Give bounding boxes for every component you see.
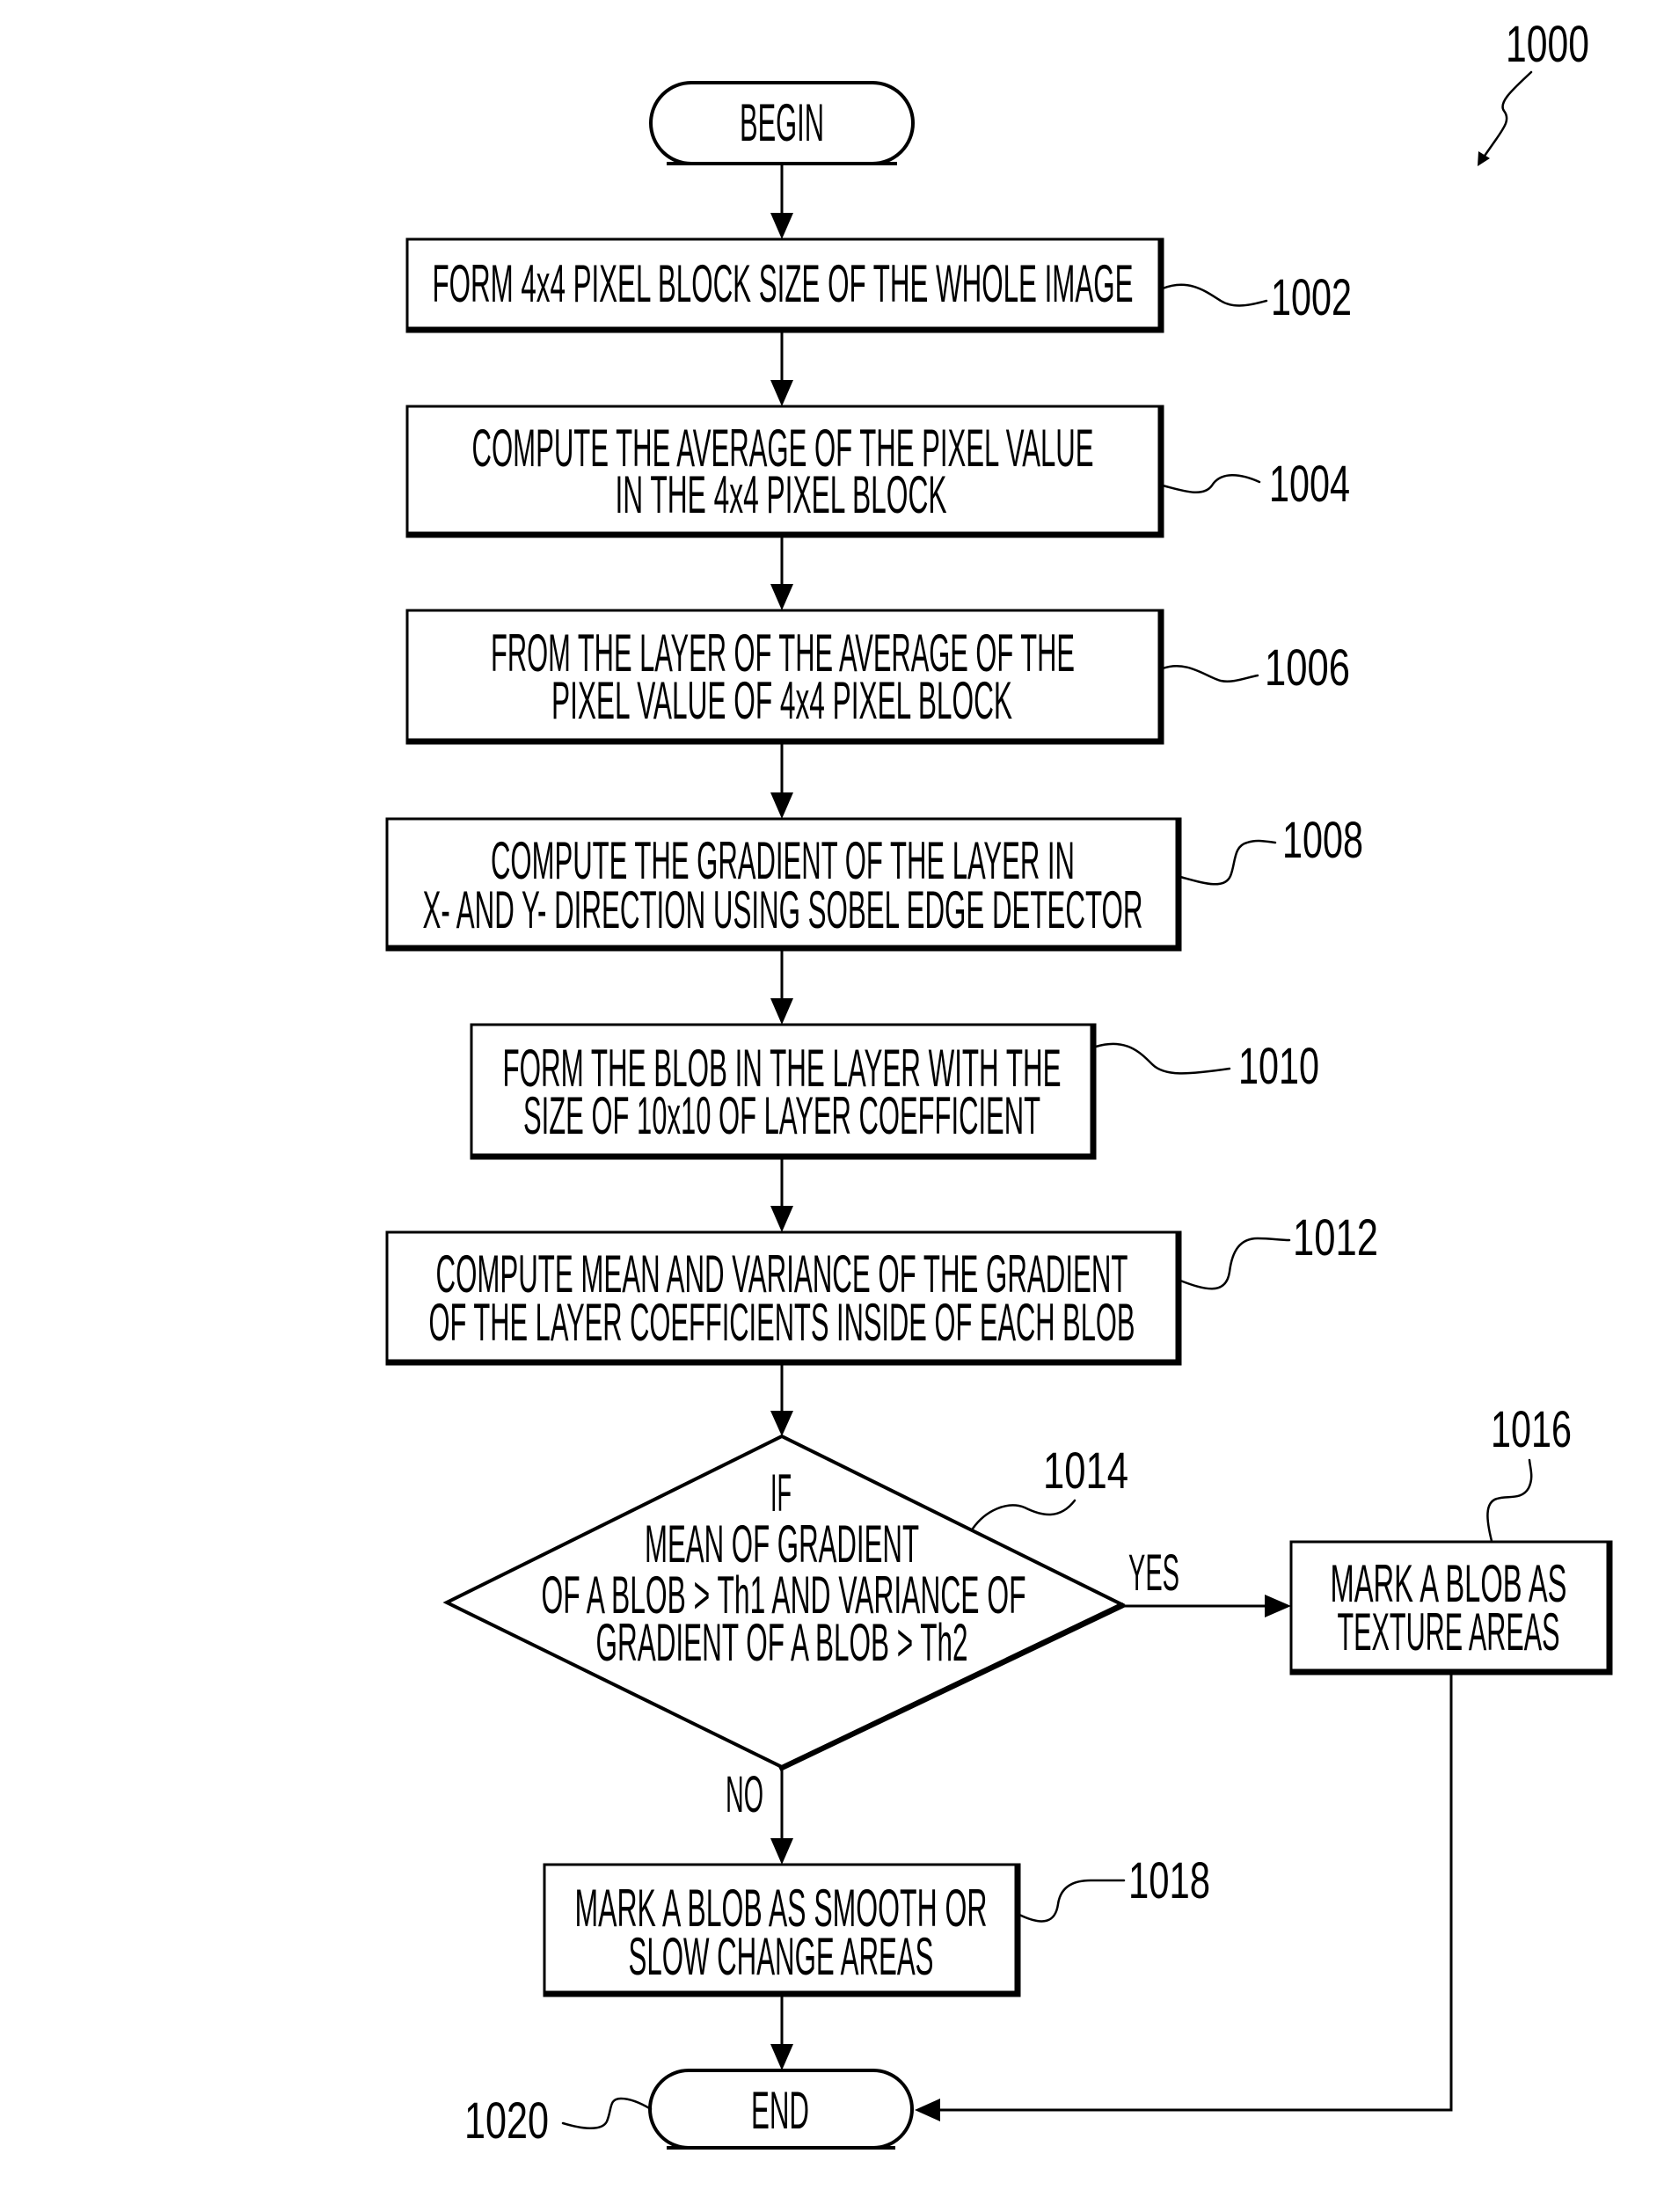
arrowhead-icon	[770, 792, 793, 819]
end-leader	[561, 2097, 653, 2129]
step-1012-ref: 1012	[1293, 1209, 1378, 1267]
step-1016-leader	[1486, 1458, 1533, 1543]
yes-branch: YES	[1122, 1544, 1291, 1617]
decision-1014-leader	[971, 1499, 1076, 1530]
end-ref: 1020	[464, 2092, 549, 2150]
connector-begin-1002	[770, 165, 793, 239]
step-1004: COMPUTE THE AVERAGE OF THE PIXEL VALUE I…	[405, 405, 1350, 538]
figure-reference-arrowhead	[1478, 151, 1490, 166]
step-1016-text-line-2: TEXTURE AREAS	[1338, 1602, 1560, 1661]
figure-reference: 1000	[1478, 16, 1589, 166]
step-1004-leader	[1161, 474, 1261, 493]
step-1002-ref: 1002	[1271, 269, 1352, 326]
step-1002-leader	[1161, 283, 1268, 307]
step-1002-text: FORM 4x4 PIXEL BLOCK SIZE OF THE WHOLE I…	[433, 254, 1134, 313]
step-1008-leader	[1179, 839, 1277, 886]
step-1008-text-line-2: X- AND Y- DIRECTION USING SOBEL EDGE DET…	[423, 880, 1143, 939]
decision-text-line-1: IF	[770, 1464, 792, 1522]
connector-1018-end	[770, 1997, 793, 2070]
figure-reference-leader	[1481, 70, 1533, 160]
step-1012: COMPUTE MEAN AND VARIANCE OF THE GRADIEN…	[385, 1209, 1378, 1366]
connector-1004-1006	[770, 537, 793, 610]
step-1002: FORM 4x4 PIXEL BLOCK SIZE OF THE WHOLE I…	[405, 237, 1352, 333]
arrowhead-icon	[770, 213, 793, 239]
step-1010-leader	[1094, 1042, 1231, 1075]
connector-1010-1012	[770, 1159, 793, 1232]
step-1010-text-line-2: SIZE OF 10x10 OF LAYER COEFFICIENT	[523, 1086, 1040, 1145]
step-1010: FORM THE BLOB IN THE LAYER WITH THE SIZE…	[470, 1023, 1319, 1160]
arrowhead-icon	[770, 380, 793, 406]
step-1018-ref: 1018	[1128, 1852, 1210, 1909]
connector-1002-1004	[770, 332, 793, 406]
flowchart-canvas: 1000 BEGIN FORM 4x4 PIXEL BLOCK SIZE OF …	[385, 16, 1613, 2150]
step-1004-text-line-2: IN THE 4x4 PIXEL BLOCK	[616, 465, 947, 524]
step-1018-text-line-2: SLOW CHANGE AREAS	[629, 1927, 934, 1986]
step-1012-text-line-2: OF THE LAYER COEFFICIENTS INSIDE OF EACH…	[429, 1293, 1135, 1352]
arrowhead-icon	[770, 1411, 793, 1436]
step-1006-text-line-2: PIXEL VALUE OF 4x4 PIXEL BLOCK	[551, 671, 1012, 730]
figure-reference-number: 1000	[1506, 16, 1589, 73]
step-1012-leader	[1179, 1237, 1291, 1290]
arrowhead-icon	[1265, 1595, 1291, 1617]
arrowhead-icon	[770, 584, 793, 610]
step-1018: MARK A BLOB AS SMOOTH OR SLOW CHANGE ARE…	[543, 1852, 1210, 1997]
step-1008-ref: 1008	[1282, 812, 1363, 869]
arrowhead-icon	[770, 2044, 793, 2070]
step-1016-ref: 1016	[1491, 1401, 1572, 1458]
step-1004-ref: 1004	[1269, 456, 1350, 513]
step-1018-leader	[1018, 1879, 1126, 1923]
decision-text-line-4: GRADIENT OF A BLOB > Th2	[596, 1613, 968, 1672]
connector-1012-1014	[770, 1365, 793, 1436]
arrowhead-icon	[770, 1838, 793, 1865]
no-branch: NO	[726, 1766, 793, 1865]
end-label: END	[751, 2081, 809, 2140]
arrowhead-icon	[915, 2099, 940, 2121]
step-1006-ref: 1006	[1265, 639, 1350, 697]
no-label: NO	[726, 1766, 763, 1823]
step-1006-leader	[1161, 665, 1259, 683]
decision-1014-ref: 1014	[1043, 1442, 1128, 1500]
decision-1014: IF MEAN OF GRADIENT OF A BLOB > Th1 AND …	[442, 1434, 1128, 1771]
yes-label: YES	[1128, 1544, 1179, 1602]
step-1010-ref: 1010	[1238, 1038, 1319, 1095]
step-1006: FROM THE LAYER OF THE AVERAGE OF THE PIX…	[405, 609, 1350, 745]
connector-1008-1010	[770, 951, 793, 1025]
arrowhead-icon	[770, 998, 793, 1025]
begin-label: BEGIN	[740, 93, 824, 152]
connector-1006-1008	[770, 744, 793, 819]
decision-text-line-2: MEAN OF GRADIENT	[645, 1515, 919, 1573]
step-1008: COMPUTE THE GRADIENT OF THE LAYER IN X- …	[385, 812, 1363, 952]
begin-terminator: BEGIN	[649, 81, 915, 165]
end-terminator: END 1020	[464, 2069, 914, 2150]
arrowhead-icon	[770, 1206, 793, 1232]
step-1016: MARK A BLOB AS TEXTURE AREAS 1016	[1289, 1401, 1613, 1675]
